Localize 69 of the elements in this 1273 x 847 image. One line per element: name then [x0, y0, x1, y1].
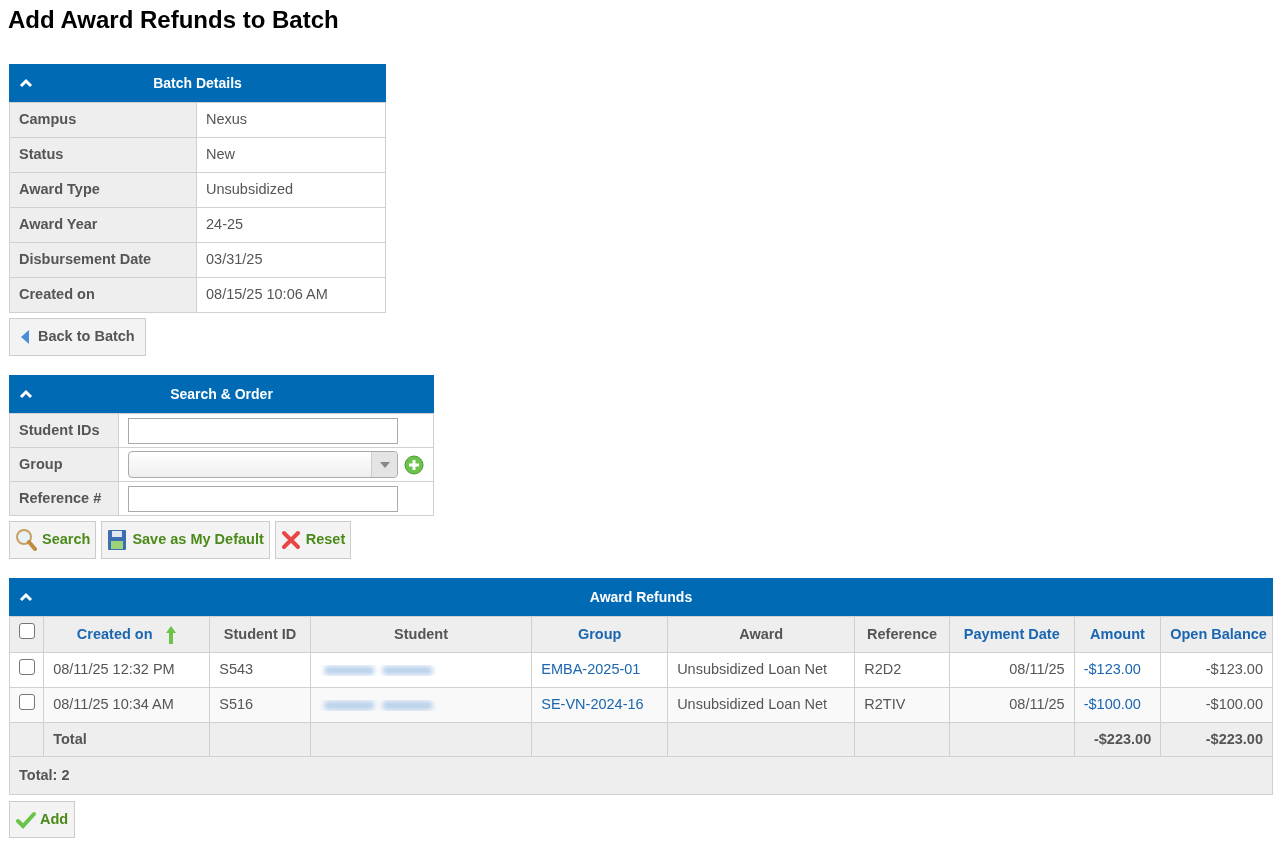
close-icon	[280, 530, 301, 550]
column-header[interactable]: Amount	[1074, 616, 1161, 653]
back-button[interactable]: Back to Batch	[9, 318, 146, 356]
checkbox[interactable]	[19, 658, 35, 675]
field-value: 08/15/25 10:06 AM	[196, 277, 386, 313]
search-icon	[15, 528, 37, 552]
caret-icon	[379, 461, 390, 468]
column-header[interactable]: Created on	[43, 616, 210, 653]
action-button[interactable]: Save as My Default	[101, 521, 270, 559]
table-cell: 08/11/25 10:34 AM	[43, 687, 210, 723]
action-button[interactable]: Search	[9, 521, 97, 559]
group-dropdown[interactable]	[128, 451, 398, 478]
add-button[interactable]: Add	[9, 801, 76, 838]
table-cell: 08/11/25 12:32 PM	[43, 652, 210, 688]
table-cell: S543	[209, 652, 311, 688]
column-header: Reference	[854, 616, 950, 653]
table-link[interactable]: EMBA-2025-01	[531, 652, 668, 688]
field-value: 24-25	[196, 207, 386, 243]
field-label: Created on	[9, 277, 197, 313]
field-value: 03/31/25	[196, 242, 386, 278]
collapse-icon[interactable]	[19, 389, 33, 399]
field-label: Disbursement Date	[9, 242, 197, 278]
column-header: Student ID	[209, 616, 311, 653]
table-link[interactable]: SE-VN-2024-16	[531, 687, 668, 723]
up-arrow-icon	[164, 624, 177, 645]
table-cell: -$223.00	[1074, 722, 1161, 757]
field-label: Group	[9, 447, 119, 482]
left-triangle-icon	[20, 329, 30, 345]
collapse-icon[interactable]	[19, 592, 33, 602]
table-link[interactable]: -$123.00	[1074, 652, 1161, 688]
table-cell: R2TIV	[854, 687, 950, 723]
action-button[interactable]: Reset	[274, 521, 352, 559]
column-header[interactable]: Open Balance	[1160, 616, 1273, 653]
add-icon[interactable]	[404, 454, 424, 475]
field-value: Nexus	[196, 102, 386, 138]
record-count: Total: 2	[19, 766, 70, 783]
column-header[interactable]: Payment Date	[949, 616, 1075, 653]
checkbox[interactable]	[19, 623, 35, 640]
field-value: Unsubsidized	[196, 172, 386, 208]
column-header[interactable]: Group	[531, 616, 668, 653]
table-cell: Unsubsidized Loan Net	[667, 687, 855, 723]
table-link[interactable]: -$100.00	[1074, 687, 1161, 723]
panel-title: Search & Order	[169, 384, 274, 404]
table-cell: Total	[43, 722, 210, 757]
field-value: New	[196, 137, 386, 173]
field-label: Award Year	[9, 207, 197, 243]
table-cell: -$223.00	[1160, 722, 1273, 757]
column-header: Award	[667, 616, 855, 653]
check-icon	[16, 810, 36, 829]
input-field[interactable]	[128, 485, 398, 512]
field-label: Student IDs	[9, 413, 119, 448]
table-cell: Unsubsidized Loan Net	[667, 652, 855, 688]
panel-title: Award Refunds	[588, 587, 694, 607]
panel-title: Batch Details	[152, 73, 243, 93]
collapse-icon[interactable]	[19, 78, 33, 88]
field-label: Status	[9, 137, 197, 173]
field-label: Award Type	[9, 172, 197, 208]
input-field[interactable]	[128, 417, 398, 444]
table-cell: -$123.00	[1160, 652, 1273, 688]
column-header: Student	[310, 616, 532, 653]
checkbox[interactable]	[19, 693, 35, 710]
field-label: Campus	[9, 102, 197, 138]
field-label: Reference #	[9, 481, 119, 516]
table-cell: S516	[209, 687, 311, 723]
table-cell: 08/11/25	[949, 687, 1075, 723]
table-cell: -$100.00	[1160, 687, 1273, 723]
table-cell: 08/11/25	[949, 652, 1075, 688]
page-title: Add Award Refunds to Batch	[8, 5, 340, 35]
table-cell: R2D2	[854, 652, 950, 688]
